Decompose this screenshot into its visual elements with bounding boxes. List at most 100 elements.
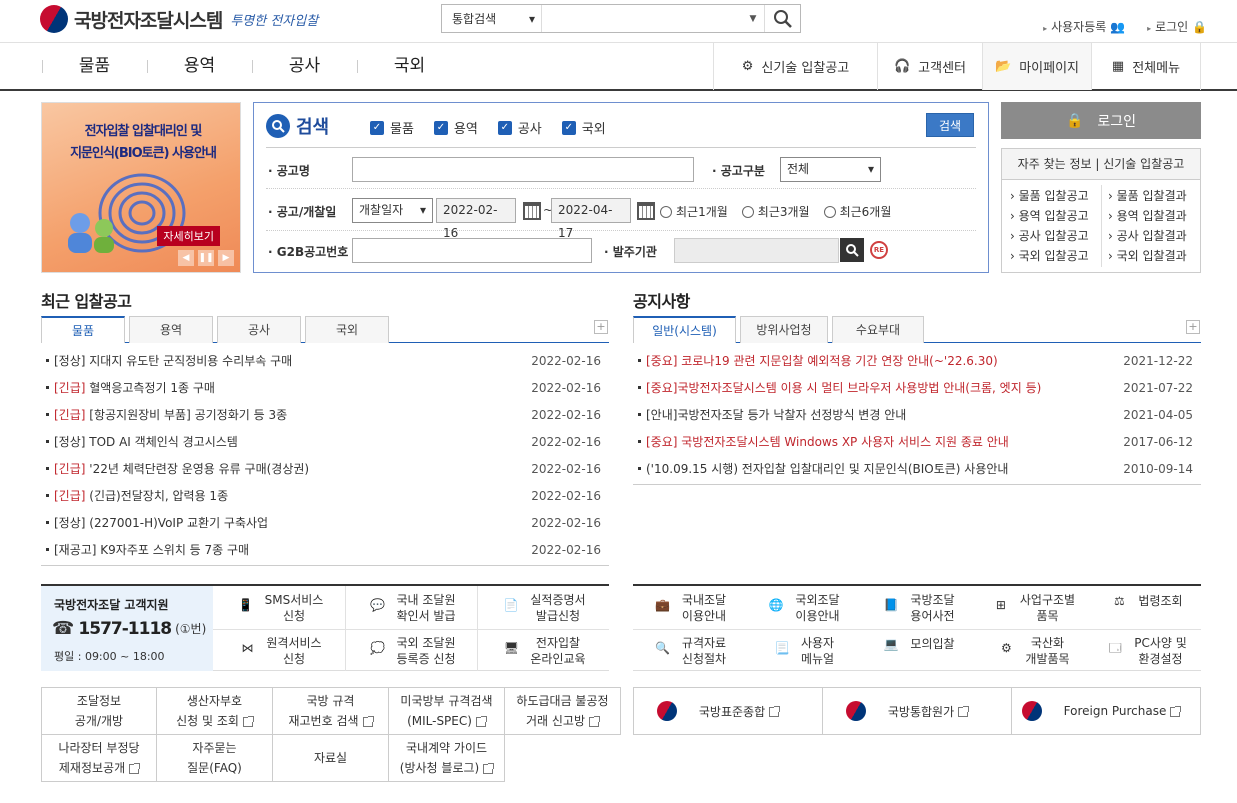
date-to-input[interactable]: 2022-04-17 xyxy=(551,198,631,240)
date-type-select[interactable]: 개찰일자 ▾ xyxy=(352,198,433,223)
g2b-number-input[interactable] xyxy=(352,238,592,263)
folder-icon: 📂 xyxy=(995,59,1012,74)
sms-service-link[interactable]: 📱 SMS서비스 신청 xyxy=(213,586,345,629)
library-link[interactable]: 자료실 xyxy=(272,734,389,782)
site-logo[interactable]: 국방전자조달시스템 투명한 전자입찰 xyxy=(40,4,318,34)
business-structure-link[interactable]: ⊞ 사업구조별 품목 xyxy=(975,586,1090,629)
all-menu-link[interactable]: ▦ 전체메뉴 xyxy=(1091,43,1201,90)
nav-services[interactable]: 용역 xyxy=(147,43,252,90)
performance-certificate-link[interactable]: 📄 실적증명서 발급신청 xyxy=(477,586,609,629)
list-item[interactable]: ('10.09.15 시행) 전자입찰 입찰대리인 및 지문인식(BIO토큰) … xyxy=(633,456,1201,483)
nav-construction[interactable]: 공사 xyxy=(252,43,357,90)
radio-6month[interactable]: 최근6개월 xyxy=(823,203,891,220)
next-icon[interactable]: ▶ xyxy=(218,250,234,266)
foreign-purchase-link[interactable]: Foreign Purchase xyxy=(1012,688,1200,734)
spec-request-link[interactable]: 🔍 규격자료 신청절차 xyxy=(633,629,745,672)
dropdown-arrow-icon[interactable]: ▼ xyxy=(742,14,764,24)
more-plus-icon[interactable]: + xyxy=(594,320,608,334)
org-input[interactable] xyxy=(674,238,839,263)
overseas-guide-link[interactable]: 🌐 국외조달 이용안내 xyxy=(745,586,860,629)
producer-code-link[interactable]: 생산자부호 신청 및 조회 xyxy=(156,687,273,735)
customer-center-link[interactable]: 🎧 고객센터 xyxy=(877,43,982,90)
quick-link-goods-notice[interactable]: › 물품 입찰공고 xyxy=(1010,186,1089,206)
tab-demand-unit[interactable]: 수요부대 xyxy=(832,316,924,343)
list-item[interactable]: [재공고] K9자주포 스위치 등 7종 구매 2022-02-16 xyxy=(41,537,609,564)
notice-name-input[interactable] xyxy=(352,157,694,182)
org-search-button[interactable] xyxy=(840,238,864,262)
list-item[interactable]: [긴급] (긴급)전달장치, 압력용 1종 2022-02-16 xyxy=(41,483,609,510)
notice-type-select[interactable]: 전체 ▾ xyxy=(780,157,881,182)
contract-guide-link[interactable]: 국내계약 가이드 (방사청 블로그) xyxy=(388,734,505,782)
defense-spec-link[interactable]: 국방 규격 재고번호 검색 xyxy=(272,687,389,735)
search-submit-button[interactable]: 검색 xyxy=(926,113,974,137)
defense-standards-link[interactable]: 국방표준종합 xyxy=(634,688,823,734)
quick-link-overseas-notice[interactable]: › 국외 입찰공고 xyxy=(1010,246,1089,266)
promo-banner[interactable]: 전자입찰 입찰대리인 및 지문인식(BIO토큰) 사용안내 자세히보기 ◀ ❚❚ … xyxy=(41,102,241,273)
quick-link-construction-result[interactable]: › 공사 입찰결과 xyxy=(1108,226,1187,246)
prev-icon[interactable]: ◀ xyxy=(178,250,194,266)
login-button[interactable]: 🔒 로그인 xyxy=(1001,102,1201,139)
online-education-link[interactable]: 🖥 전자입찰 온라인교육 xyxy=(477,629,609,672)
tab-dapa[interactable]: 방위사업청 xyxy=(740,316,828,343)
external-link-icon xyxy=(958,706,970,717)
tab-services[interactable]: 용역 xyxy=(129,316,213,343)
user-register-link[interactable]: ▸ 사용자등록 👥 xyxy=(1043,18,1125,35)
tab-construction[interactable]: 공사 xyxy=(217,316,301,343)
domestic-certificate-link[interactable]: 💬 국내 조달원 확인서 발급 xyxy=(345,586,477,629)
new-tech-link[interactable]: ⚙ 신기술 입찰공고 xyxy=(713,43,877,90)
faq-link[interactable]: 자주묻는 질문(FAQ) xyxy=(156,734,273,782)
list-item[interactable]: [중요] 국방전자조달시스템 Windows XP 사용자 서비스 지원 종료 … xyxy=(633,429,1201,456)
mil-spec-link[interactable]: 미국방부 규격검색 (MIL-SPEC) xyxy=(388,687,505,735)
list-item[interactable]: [중요]국방전자조달시스템 이용 시 멀티 브라우저 사용방법 안내(크롬, 엣… xyxy=(633,375,1201,402)
search-type-select[interactable]: 통합검색 ▾ xyxy=(442,5,542,32)
checkbox-overseas[interactable]: ✓ 국외 xyxy=(561,118,606,137)
search-button[interactable] xyxy=(764,5,800,32)
login-link[interactable]: ▸ 로그인 🔒 xyxy=(1147,18,1207,35)
quick-link-overseas-result[interactable]: › 국외 입찰결과 xyxy=(1108,246,1187,266)
quick-link-goods-result[interactable]: › 물품 입찰결과 xyxy=(1108,186,1187,206)
quick-link-services-result[interactable]: › 용역 입찰결과 xyxy=(1108,206,1187,226)
radio-3month[interactable]: 최근3개월 xyxy=(741,203,810,220)
user-manual-link[interactable]: 📃 사용자 메뉴얼 xyxy=(745,629,860,672)
more-plus-icon[interactable]: + xyxy=(1186,320,1200,334)
law-search-link[interactable]: ⚖ 법령조회 xyxy=(1090,586,1201,629)
checkbox-goods[interactable]: ✓ 물품 xyxy=(370,118,414,137)
list-item[interactable]: [긴급] [항공지원장비 부품] 공기정화기 등 3종 2022-02-16 xyxy=(41,402,609,429)
reset-icon[interactable]: RE xyxy=(870,241,888,259)
glossary-link[interactable]: 📘 국방조달 용어사전 xyxy=(860,586,975,629)
pc-settings-link[interactable]: 🗔 PC사양 및 환경설정 xyxy=(1090,629,1201,672)
sanction-info-link[interactable]: 나라장터 부정당 제재정보공개 xyxy=(41,734,157,782)
localization-link[interactable]: ⚙ 국산화 개발품목 xyxy=(975,629,1090,672)
remote-service-link[interactable]: ⋈ 원격서비스 신청 xyxy=(213,629,345,672)
calendar-icon[interactable] xyxy=(637,202,655,220)
list-item[interactable]: [긴급] '22년 체력단련장 운영용 유류 구매(경상권) 2022-02-16 xyxy=(41,456,609,483)
date-from-input[interactable]: 2022-02-16 xyxy=(436,198,516,240)
nav-overseas[interactable]: 국외 xyxy=(357,43,462,90)
list-item[interactable]: [정상] TOD AI 객체인식 경고시스템 2022-02-16 xyxy=(41,429,609,456)
procurement-info-link[interactable]: 조달정보 공개/개방 xyxy=(41,687,157,735)
banner-more-button[interactable]: 자세히보기 xyxy=(157,226,220,246)
list-item[interactable]: [긴급] 혈액응고측정기 1종 구매 2022-02-16 xyxy=(41,375,609,402)
quick-link-services-notice[interactable]: › 용역 입찰공고 xyxy=(1010,206,1089,226)
quick-link-construction-notice[interactable]: › 공사 입찰공고 xyxy=(1010,226,1089,246)
mypage-link[interactable]: 📂 마이페이지 xyxy=(982,43,1091,90)
list-item[interactable]: [중요] 코로나19 관련 지문입찰 예외적용 기간 연장 안내(~'22.6.… xyxy=(633,348,1201,375)
nav-goods[interactable]: 물품 xyxy=(42,43,147,90)
checkbox-services[interactable]: ✓ 용역 xyxy=(433,118,478,137)
tab-goods[interactable]: 물품 xyxy=(41,316,125,343)
mock-bid-link[interactable]: 💻 모의입찰 xyxy=(860,629,975,672)
list-item[interactable]: [안내]국방전자조달 등가 낙찰자 선정방식 변경 안내 2021-04-05 xyxy=(633,402,1201,429)
defense-cost-link[interactable]: 국방통합원가 xyxy=(823,688,1012,734)
tab-general[interactable]: 일반(시스템) xyxy=(633,316,736,343)
subcontract-report-link[interactable]: 하도급대금 불공정 거래 신고방 xyxy=(504,687,621,735)
checkbox-construction[interactable]: ✓ 공사 xyxy=(497,118,542,137)
calendar-icon[interactable] xyxy=(523,202,541,220)
radio-1month[interactable]: 최근1개월 xyxy=(660,203,728,220)
overseas-registration-link[interactable]: 💭 국외 조달원 등록증 신청 xyxy=(345,629,477,672)
list-item[interactable]: [정상] (227001-H)VoIP 교환기 구축사업 2022-02-16 xyxy=(41,510,609,537)
list-item[interactable]: [정상] 지대지 유도탄 군직정비용 수리부속 구매 2022-02-16 xyxy=(41,348,609,375)
search-input[interactable] xyxy=(542,5,742,32)
domestic-guide-link[interactable]: 💼 국내조달 이용안내 xyxy=(633,586,745,629)
pause-icon[interactable]: ❚❚ xyxy=(198,250,214,266)
tab-overseas[interactable]: 국외 xyxy=(305,316,389,343)
